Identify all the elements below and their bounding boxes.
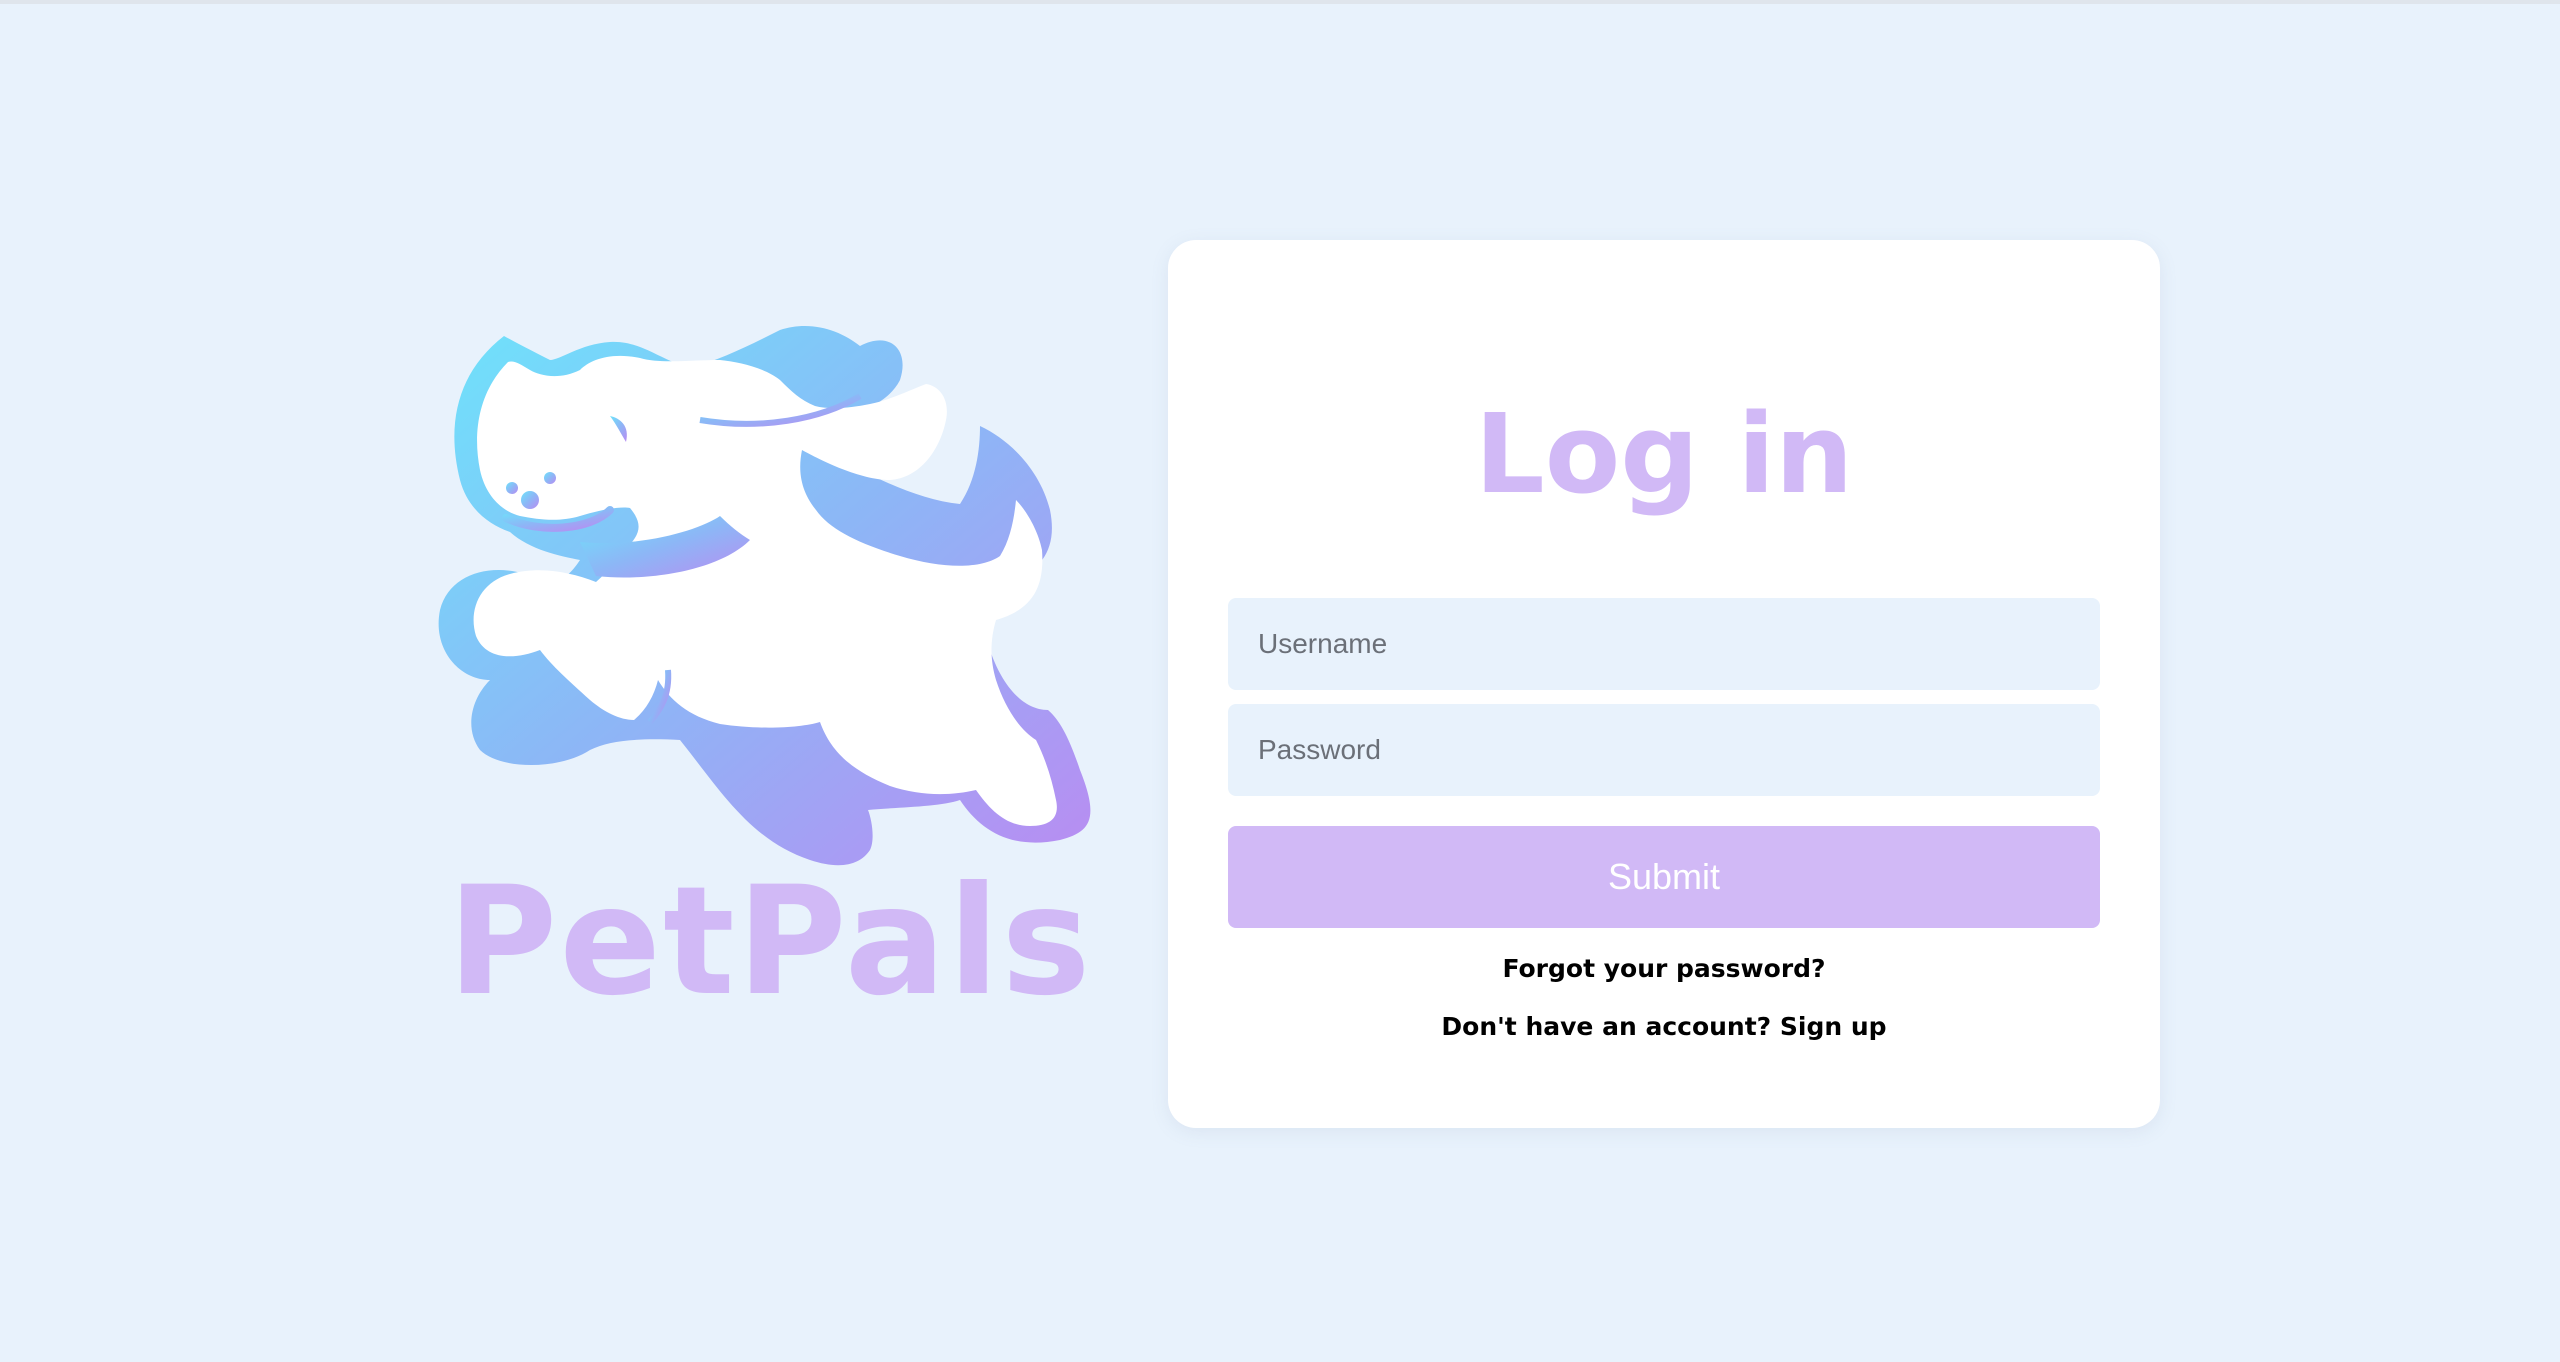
submit-button[interactable]: Submit: [1228, 826, 2100, 928]
login-title: Log in: [1474, 390, 1854, 518]
password-input[interactable]: [1228, 704, 2100, 796]
running-dog-logo-icon: [438, 325, 1091, 866]
forgot-password-link[interactable]: Forgot your password?: [1168, 954, 2160, 983]
username-input[interactable]: [1228, 598, 2100, 690]
signup-link[interactable]: Don't have an account? Sign up: [1168, 1012, 2160, 1041]
login-card: Log in Submit Forgot your password? Don'…: [1168, 240, 2160, 1128]
